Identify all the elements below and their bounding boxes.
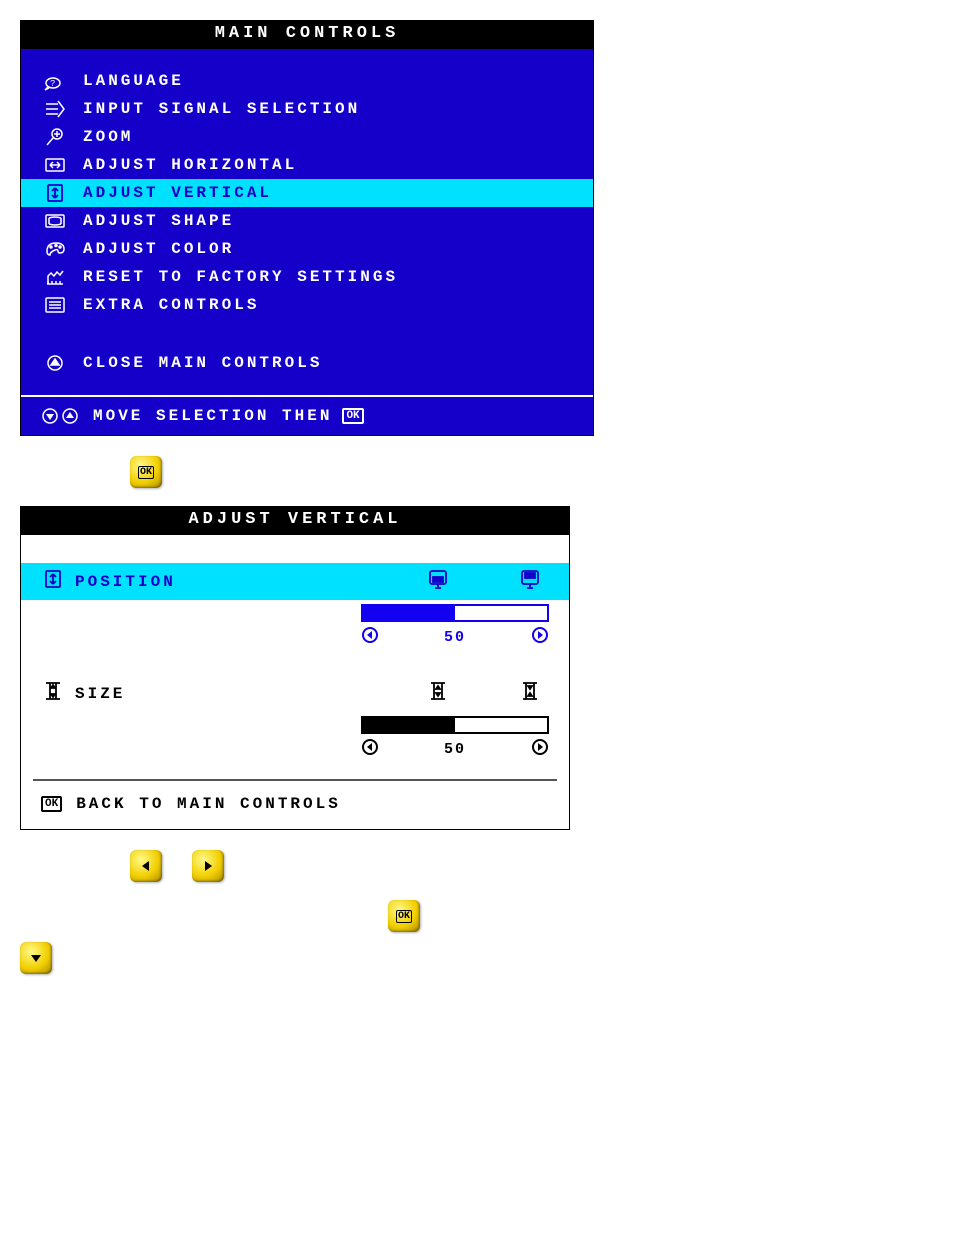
menu-item-adjust-shape[interactable]: ADJUST SHAPE bbox=[21, 207, 593, 235]
ok-button[interactable]: OK bbox=[130, 456, 162, 488]
menu-item-input-signal[interactable]: INPUT SIGNAL SELECTION bbox=[21, 95, 593, 123]
adj-color-icon bbox=[41, 239, 69, 259]
menu-item-language[interactable]: ? LANGUAGE bbox=[21, 67, 593, 95]
ok-icon: OK bbox=[41, 796, 62, 812]
size-shrink-icon bbox=[427, 681, 449, 706]
menu-label: LANGUAGE bbox=[83, 72, 184, 90]
av-item-size[interactable]: SIZE bbox=[21, 675, 569, 712]
menu-label: EXTRA CONTROLS bbox=[83, 296, 259, 314]
adjust-vertical-body: POSITION 50 bbox=[21, 535, 569, 829]
adjust-vertical-panel: ADJUST VERTICAL POSITION bbox=[20, 506, 570, 830]
adj-horiz-icon bbox=[41, 155, 69, 175]
position-up-icon bbox=[519, 569, 541, 594]
hint-bar: MOVE SELECTION THEN OK bbox=[21, 395, 593, 435]
arrow-right-icon[interactable] bbox=[531, 626, 549, 649]
hint-text: MOVE SELECTION THEN OK bbox=[93, 407, 364, 425]
reset-icon bbox=[41, 267, 69, 287]
arrow-right-icon[interactable] bbox=[531, 738, 549, 761]
av-item-position[interactable]: POSITION bbox=[21, 563, 569, 600]
menu-label: RESET TO FACTORY SETTINGS bbox=[83, 268, 398, 286]
hint-arrows-icon bbox=[41, 407, 79, 425]
menu-item-extra-controls[interactable]: EXTRA CONTROLS bbox=[21, 291, 593, 319]
svg-text:?: ? bbox=[50, 79, 55, 89]
size-value: 50 bbox=[444, 741, 466, 758]
language-icon: ? bbox=[41, 71, 69, 91]
menu-label: CLOSE MAIN CONTROLS bbox=[83, 354, 322, 372]
input-icon bbox=[41, 99, 69, 119]
size-slider-row: 50 bbox=[21, 712, 569, 765]
left-button[interactable] bbox=[130, 850, 162, 882]
menu-item-close[interactable]: CLOSE MAIN CONTROLS bbox=[21, 349, 593, 377]
size-slider[interactable] bbox=[361, 716, 549, 734]
back-label: BACK TO MAIN CONTROLS bbox=[76, 795, 341, 813]
main-controls-panel: MAIN CONTROLS ? LANGUAGE INPUT SIGNAL SE… bbox=[20, 20, 594, 436]
close-icon bbox=[41, 353, 69, 373]
back-to-main[interactable]: OK BACK TO MAIN CONTROLS bbox=[21, 781, 569, 829]
position-label: POSITION bbox=[75, 573, 427, 591]
position-slider-row: 50 bbox=[21, 600, 569, 653]
menu-label: INPUT SIGNAL SELECTION bbox=[83, 100, 360, 118]
size-icon bbox=[41, 680, 65, 707]
main-controls-title: MAIN CONTROLS bbox=[21, 21, 593, 49]
menu-item-adjust-vertical[interactable]: ADJUST VERTICAL bbox=[21, 179, 593, 207]
ok-icon: OK bbox=[342, 408, 363, 424]
main-controls-body: ? LANGUAGE INPUT SIGNAL SELECTION ZOOM A… bbox=[21, 49, 593, 435]
adj-vert-icon bbox=[41, 183, 69, 203]
menu-label: ZOOM bbox=[83, 128, 133, 146]
extra-icon bbox=[41, 295, 69, 315]
ok-button[interactable]: OK bbox=[388, 900, 420, 932]
menu-item-adjust-color[interactable]: ADJUST COLOR bbox=[21, 235, 593, 263]
position-icon bbox=[41, 568, 65, 595]
adjust-vertical-title: ADJUST VERTICAL bbox=[21, 507, 569, 535]
zoom-icon bbox=[41, 127, 69, 147]
arrow-left-icon[interactable] bbox=[361, 738, 379, 761]
menu-item-adjust-horizontal[interactable]: ADJUST HORIZONTAL bbox=[21, 151, 593, 179]
position-down-icon bbox=[427, 569, 449, 594]
position-slider[interactable] bbox=[361, 604, 549, 622]
down-button[interactable] bbox=[20, 942, 52, 974]
menu-item-reset-factory[interactable]: RESET TO FACTORY SETTINGS bbox=[21, 263, 593, 291]
menu-label: ADJUST VERTICAL bbox=[83, 184, 272, 202]
menu-label: ADJUST SHAPE bbox=[83, 212, 234, 230]
menu-label: ADJUST HORIZONTAL bbox=[83, 156, 297, 174]
right-button[interactable] bbox=[192, 850, 224, 882]
position-value: 50 bbox=[444, 629, 466, 646]
menu-item-zoom[interactable]: ZOOM bbox=[21, 123, 593, 151]
size-label: SIZE bbox=[75, 685, 427, 703]
size-expand-icon bbox=[519, 681, 541, 706]
adj-shape-icon bbox=[41, 211, 69, 231]
menu-label: ADJUST COLOR bbox=[83, 240, 234, 258]
arrow-left-icon[interactable] bbox=[361, 626, 379, 649]
